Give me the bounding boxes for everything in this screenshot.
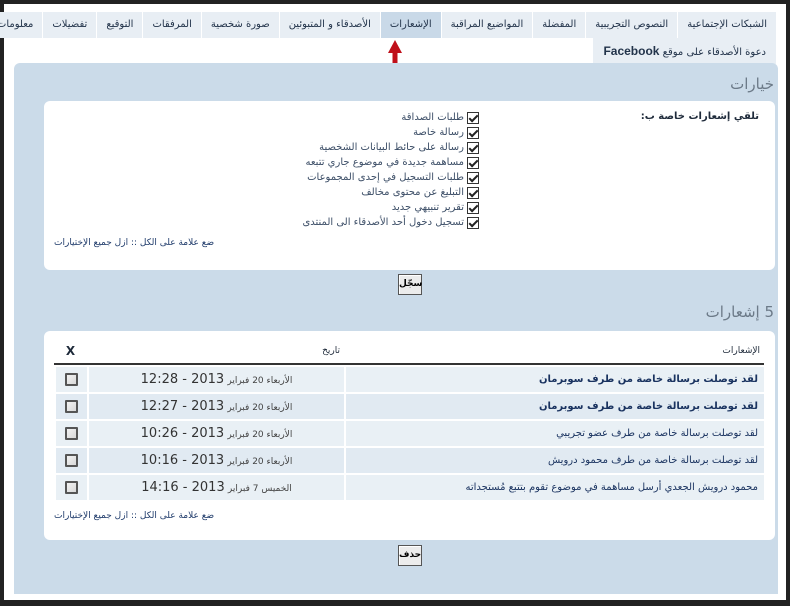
notification-date: الأربعاء 20 فبراير 2013 - 10:16 — [87, 448, 344, 473]
table-row: لقد توصلت برسالة خاصة من طرف سوبرمان الأ… — [54, 367, 764, 392]
checkbox[interactable] — [467, 201, 479, 214]
notification-message[interactable]: لقد توصلت برسالة خاصة من طرف محمود درويش — [344, 448, 764, 473]
tab-preferences[interactable]: تفضيلات — [42, 12, 97, 38]
option-label: رسالة على حائط البيانات الشخصية — [319, 142, 464, 153]
receive-notifications-label: تلقي إشعارات خاصة ب: — [640, 111, 759, 122]
option-private-message[interactable]: رسالة خاصة — [302, 125, 479, 140]
checkbox[interactable] — [467, 186, 479, 199]
option-label: تقرير تنبيهي جديد — [391, 202, 464, 213]
option-label: مساهمة جديدة في موضوع جاري تتبعه — [305, 157, 465, 168]
notification-message[interactable]: لقد توصلت برسالة خاصة من طرف سوبرمان — [344, 394, 764, 419]
checkbox[interactable] — [467, 111, 479, 124]
table-row: لقد توصلت برسالة خاصة من طرف عضو تجريبي … — [54, 421, 764, 446]
profile-tabs-row2: دعوة الأصدقاء على موقع Facebook — [592, 38, 776, 64]
options-box: تلقي إشعارات خاصة ب: طلبات الصداقة رسالة… — [44, 101, 775, 270]
tab-attachments[interactable]: المرفقات — [142, 12, 201, 38]
notification-date: الخميس 7 فبراير 2013 - 14:16 — [87, 475, 344, 500]
notification-message[interactable]: لقد توصلت برسالة خاصة من طرف سوبرمان — [344, 367, 764, 392]
tab-signature[interactable]: التوقيع — [96, 12, 143, 38]
tab-watched-topics[interactable]: المواضيع المراقبة — [440, 12, 533, 38]
column-header-notifications: الإشعارات — [344, 341, 764, 365]
row-checkbox[interactable] — [65, 373, 78, 386]
option-label: طلبات التسجيل في إحدى المجموعات — [307, 172, 464, 183]
option-new-warning-report[interactable]: تقرير تنبيهي جديد — [302, 200, 479, 215]
invite-label: دعوة الأصدقاء على موقع — [662, 47, 766, 58]
checkbox[interactable] — [467, 171, 479, 184]
link-separator: :: — [128, 238, 140, 248]
link-separator: :: — [128, 511, 140, 521]
table-row: لقد توصلت برسالة خاصة من طرف محمود درويش… — [54, 448, 764, 473]
row-checkbox[interactable] — [65, 427, 78, 440]
table-row: محمود درويش الجعدي أرسل مساهمة في موضوع … — [54, 475, 764, 500]
save-button[interactable]: سجّل — [398, 274, 422, 295]
notification-message[interactable]: لقد توصلت برسالة خاصة من طرف عضو تجريبي — [344, 421, 764, 446]
notifications-select-links: ضع علامة على الكل :: ازل جميع الإختيارات — [54, 511, 214, 521]
tab-info[interactable]: معلومات — [0, 12, 43, 38]
row-select-cell — [54, 421, 87, 446]
main-panel: خيارات تلقي إشعارات خاصة ب: طلبات الصداق… — [14, 63, 778, 594]
row-checkbox[interactable] — [65, 400, 78, 413]
option-label: طلبات الصداقة — [401, 112, 464, 123]
notifications-title: 5 إشعارات — [705, 303, 774, 321]
row-select-cell — [54, 475, 87, 500]
notifications-box: الإشعارات تاريخ X لقد توصلت برسالة خاصة … — [44, 331, 775, 540]
checkbox[interactable] — [467, 216, 479, 229]
select-all-link[interactable]: ضع علامة على الكل — [140, 511, 214, 521]
profile-tabs: معلومات تفضيلات التوقيع المرفقات صورة شخ… — [0, 12, 776, 38]
row-checkbox[interactable] — [65, 454, 78, 467]
option-friend-requests[interactable]: طلبات الصداقة — [302, 110, 479, 125]
notification-date: الأربعاء 20 فبراير 2013 - 12:27 — [87, 394, 344, 419]
checkbox[interactable] — [467, 126, 479, 139]
column-header-date: تاريخ — [87, 341, 344, 365]
option-profile-wall-message[interactable]: رسالة على حائط البيانات الشخصية — [302, 140, 479, 155]
tab-favorites[interactable]: المفضلة — [532, 12, 586, 38]
option-label: التبليغ عن محتوى مخالف — [361, 187, 464, 198]
option-new-post-tracked-topic[interactable]: مساهمة جديدة في موضوع جاري تتبعه — [302, 155, 479, 170]
tab-friends-followers[interactable]: الأصدقاء و المتبوئين — [278, 12, 380, 38]
notification-date: الأربعاء 20 فبراير 2013 - 10:26 — [87, 421, 344, 446]
notifications-table: الإشعارات تاريخ X لقد توصلت برسالة خاصة … — [54, 339, 764, 502]
tab-drafts[interactable]: النصوص التجريبية — [585, 12, 678, 38]
tab-avatar[interactable]: صورة شخصية — [200, 12, 279, 38]
deselect-all-link[interactable]: ازل جميع الإختيارات — [54, 238, 128, 248]
table-row: لقد توصلت برسالة خاصة من طرف سوبرمان الأ… — [54, 394, 764, 419]
checkbox[interactable] — [467, 141, 479, 154]
row-checkbox[interactable] — [65, 481, 78, 494]
options-list: طلبات الصداقة رسالة خاصة رسالة على حائط … — [302, 110, 479, 230]
table-header: الإشعارات تاريخ X — [54, 341, 764, 365]
option-label: تسجيل دخول أحد الأصدقاء الى المنتدى — [302, 217, 464, 228]
delete-button[interactable]: حذف — [398, 545, 422, 566]
tab-notifications[interactable]: الإشعارات — [379, 12, 441, 38]
row-select-cell — [54, 394, 87, 419]
select-all-link[interactable]: ضع علامة على الكل — [140, 238, 214, 248]
row-select-cell — [54, 367, 87, 392]
notification-date: الأربعاء 20 فبراير 2013 - 12:28 — [87, 367, 344, 392]
option-report-content[interactable]: التبليغ عن محتوى مخالف — [302, 185, 479, 200]
option-friend-login[interactable]: تسجيل دخول أحد الأصدقاء الى المنتدى — [302, 215, 479, 230]
deselect-all-link[interactable]: ازل جميع الإختيارات — [54, 511, 128, 521]
row-select-cell — [54, 448, 87, 473]
checkbox[interactable] — [467, 156, 479, 169]
option-group-join-requests[interactable]: طلبات التسجيل في إحدى المجموعات — [302, 170, 479, 185]
column-header-select: X — [54, 341, 87, 365]
notification-message[interactable]: محمود درويش الجعدي أرسل مساهمة في موضوع … — [344, 475, 764, 500]
tab-social-networks[interactable]: الشبكات الإجتماعية — [677, 12, 776, 38]
options-select-links: ضع علامة على الكل :: ازل جميع الإختيارات — [54, 238, 214, 248]
facebook-brand: Facebook — [603, 44, 660, 58]
options-title: خيارات — [730, 75, 774, 93]
option-label: رسالة خاصة — [413, 127, 464, 138]
tab-invite-facebook-friends[interactable]: دعوة الأصدقاء على موقع Facebook — [592, 38, 776, 64]
